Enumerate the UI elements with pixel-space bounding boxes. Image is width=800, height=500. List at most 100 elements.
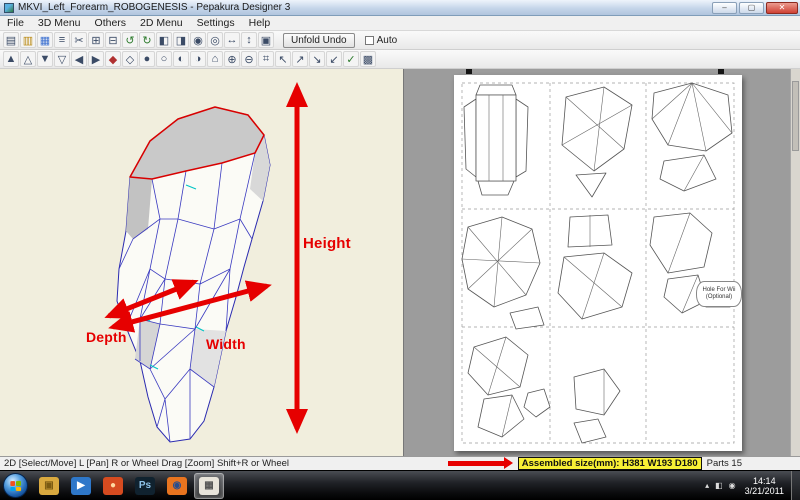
toolbar-row-1: ▤ ▥ ▦ ≡ ✂ ⊞ ⊟ ↺ ↻ ◧ ◨ ◉: [0, 31, 800, 50]
forearm-model[interactable]: [117, 107, 270, 442]
zoom-out[interactable]: ⊖: [241, 51, 257, 67]
menu-item[interactable]: 3D Menu: [31, 16, 88, 31]
app-icon: [4, 3, 14, 13]
pattern-piece[interactable]: [468, 337, 550, 437]
print[interactable]: ≡: [54, 32, 70, 48]
pan-sw[interactable]: ↙: [326, 51, 342, 67]
down-tool[interactable]: ▼: [37, 51, 53, 67]
pan-nw[interactable]: ↖: [275, 51, 291, 67]
window-title: MKVI_Left_Forearm_ROBOGENESIS - Pepakura…: [18, 2, 290, 13]
settings-tool[interactable]: ▣: [258, 32, 274, 48]
photoshop[interactable]: Ps: [130, 473, 160, 499]
pan-ne[interactable]: ↗: [292, 51, 308, 67]
vertical-scrollbar[interactable]: [790, 69, 800, 456]
app-tile-icon: Ps: [135, 477, 155, 495]
hole-note-line1: Hole For Wii: [697, 287, 741, 294]
pattern-piece[interactable]: [574, 369, 620, 443]
pepakura-designer[interactable]: ▦: [194, 473, 224, 499]
paste[interactable]: ⊟: [105, 32, 121, 48]
pattern-piece[interactable]: [462, 217, 544, 329]
pattern-piece[interactable]: [652, 83, 732, 191]
taskbar: ▣ ▶ ● Ps ◉ ▦: [0, 470, 800, 500]
windows-explorer[interactable]: ▣: [34, 473, 64, 499]
app-tile-icon: ▣: [39, 477, 59, 495]
select-mode[interactable]: ◧: [156, 32, 172, 48]
assembled-size-cluster: Assembled size(mm): H381 W193 D180 Parts…: [448, 457, 742, 470]
menu-item[interactable]: File: [0, 16, 31, 31]
undo[interactable]: ↺: [122, 32, 138, 48]
pan-se[interactable]: ↘: [309, 51, 325, 67]
select-tool[interactable]: ▲: [3, 51, 19, 67]
toolbar-row-2: ▲ △ ▼ ▽ ◀ ▶ ◆ ◇ ● ○ ◐ ◑: [0, 50, 800, 69]
firefox[interactable]: ◉: [162, 473, 192, 499]
wire-view[interactable]: ◇: [122, 51, 138, 67]
point-view[interactable]: ●: [139, 51, 155, 67]
menu-item[interactable]: Help: [242, 16, 278, 31]
half-left-view[interactable]: ◐: [173, 51, 189, 67]
assembled-size-value: Assembled size(mm): H381 W193 D180: [518, 457, 702, 470]
media-player[interactable]: ▶: [66, 473, 96, 499]
menu-item[interactable]: Others: [88, 16, 134, 31]
texture-toggle[interactable]: ▩: [360, 51, 376, 67]
auto-checkbox-group: Auto: [365, 35, 398, 46]
pattern-piece[interactable]: [464, 85, 528, 195]
minimize-button[interactable]: –: [712, 2, 737, 14]
new-document[interactable]: ▤: [3, 32, 19, 48]
home-view[interactable]: ⌂: [207, 51, 223, 67]
app-tile-icon: ▶: [71, 477, 91, 495]
save-file[interactable]: ▦: [37, 32, 53, 48]
pattern-piece[interactable]: [558, 215, 632, 319]
zoom-in[interactable]: ⊕: [224, 51, 240, 67]
render-wire[interactable]: ◎: [207, 32, 223, 48]
circle-tool[interactable]: ○: [156, 51, 172, 67]
show-desktop-button[interactable]: [791, 471, 800, 500]
edit-mode[interactable]: ◨: [173, 32, 189, 48]
menubar: File 3D Menu Others 2D Menu Settings Hel…: [0, 16, 800, 31]
maximize-button[interactable]: ▢: [739, 2, 764, 14]
taskbar-clock[interactable]: 14:14 3/21/2011: [745, 476, 784, 496]
window-controls: – ▢ ✕: [710, 2, 798, 14]
clock-date: 3/21/2011: [745, 486, 784, 496]
viewport-3d[interactable]: Height Width Depth: [0, 69, 404, 456]
parts-count: Parts 15: [707, 458, 742, 469]
tray-icon[interactable]: ◧: [715, 481, 723, 490]
titlebar: MKVI_Left_Forearm_ROBOGENESIS - Pepakura…: [0, 0, 800, 16]
pattern-page[interactable]: [454, 75, 742, 451]
copy[interactable]: ⊞: [88, 32, 104, 48]
redo[interactable]: ↻: [139, 32, 155, 48]
statusbar: 2D [Select/Move] L [Pan] R or Wheel Drag…: [0, 456, 800, 470]
hole-note: Hole For Wii (Optional): [696, 281, 742, 307]
solid-view[interactable]: ◆: [105, 51, 121, 67]
lasso-tool[interactable]: △: [20, 51, 36, 67]
flip-tool[interactable]: ▽: [54, 51, 70, 67]
callout-arrow: [448, 461, 504, 466]
start-button[interactable]: [3, 473, 28, 498]
viewport-2d[interactable]: Hole For Wii (Optional): [404, 69, 800, 456]
cut[interactable]: ✂: [71, 32, 87, 48]
fit-horizontal[interactable]: ↔: [224, 32, 240, 48]
scrollbar-thumb[interactable]: [792, 81, 799, 151]
system-tray: ▴ ◧ ◉ 14:14 3/21/2011: [702, 471, 800, 500]
close-button[interactable]: ✕: [766, 2, 798, 14]
hole-note-line2: (Optional): [697, 294, 741, 301]
fit-vertical[interactable]: ↕: [241, 32, 257, 48]
open-file[interactable]: ▥: [20, 32, 36, 48]
auto-checkbox-label: Auto: [377, 35, 398, 46]
model-3d-canvas[interactable]: [0, 69, 404, 456]
half-right-view[interactable]: ◑: [190, 51, 206, 67]
menu-item[interactable]: 2D Menu: [133, 16, 190, 31]
menu-item[interactable]: Settings: [190, 16, 242, 31]
next-view[interactable]: ▶: [88, 51, 104, 67]
app-tile-icon: ●: [103, 477, 123, 495]
app-red[interactable]: ●: [98, 473, 128, 499]
render-solid[interactable]: ◉: [190, 32, 206, 48]
check-parts[interactable]: ✓: [343, 51, 359, 67]
tray-icon[interactable]: ▴: [705, 481, 709, 490]
pattern-piece[interactable]: [562, 87, 632, 197]
unfold-undo-button[interactable]: Unfold Undo: [283, 33, 355, 48]
pepakura-designer-window: MKVI_Left_Forearm_ROBOGENESIS - Pepakura…: [0, 0, 800, 500]
tray-icon[interactable]: ◉: [729, 481, 736, 490]
grid-toggle[interactable]: ⌗: [258, 51, 274, 67]
prev-view[interactable]: ◀: [71, 51, 87, 67]
auto-checkbox[interactable]: [365, 36, 374, 45]
